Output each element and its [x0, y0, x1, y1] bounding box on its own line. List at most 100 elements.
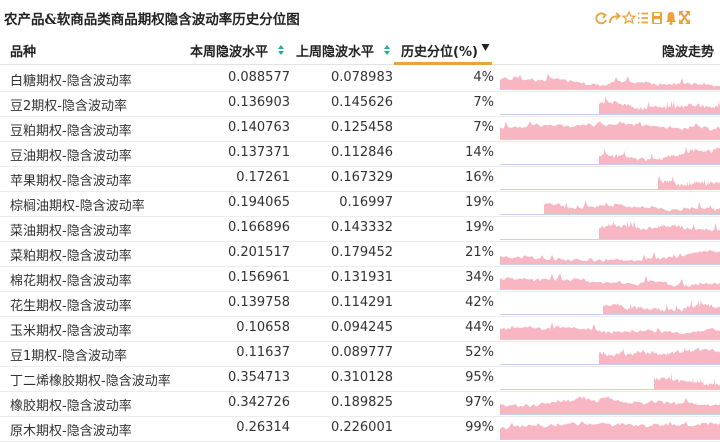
row-current-iv: 0.17261 — [236, 170, 290, 185]
row-name: 花生期权-隐含波动率 — [10, 299, 132, 314]
row-current-iv: 0.342726 — [227, 395, 290, 410]
table-row[interactable]: 豆粕期权-隐含波动率 0.140763 0.125458 7% — [0, 116, 720, 142]
refresh-icon[interactable] — [595, 12, 607, 25]
title-bar: 农产品&软商品类商品期权隐含波动率历史分位图 — [0, 0, 720, 36]
table-row[interactable]: 白糖期权-隐含波动率 0.088577 0.078983 4% — [0, 66, 720, 92]
row-percentile: 52% — [465, 345, 494, 360]
star-icon[interactable] — [621, 10, 637, 25]
row-current-iv: 0.26314 — [236, 420, 290, 435]
header-trend: 隐波走势 — [662, 45, 715, 60]
row-name: 豆1期权-隐含波动率 — [10, 349, 127, 364]
iv-sparkline-area — [654, 371, 720, 389]
row-current-iv: 0.140763 — [227, 120, 290, 135]
table-row[interactable]: 菜粕期权-隐含波动率 0.201517 0.179452 21% — [0, 241, 720, 267]
row-name: 豆油期权-隐含波动率 — [10, 149, 132, 164]
row-previous-iv: 0.310128 — [330, 370, 393, 385]
row-percentile: 99% — [465, 420, 494, 435]
row-name: 原木期权-隐含波动率 — [10, 424, 132, 439]
table-row[interactable]: 菜油期权-隐含波动率 0.166896 0.143332 19% — [0, 216, 720, 242]
row-percentile: 95% — [465, 370, 494, 385]
iv-sparkline-area — [599, 146, 720, 164]
row-name: 橡胶期权-隐含波动率 — [10, 399, 132, 414]
row-previous-iv: 0.143332 — [330, 220, 393, 235]
table-row[interactable]: 丁二烯橡胶期权-隐含波动率 0.354713 0.310128 95% — [0, 366, 720, 392]
table-row[interactable]: 橡胶期权-隐含波动率 0.342726 0.189825 97% — [0, 391, 720, 417]
share-icon[interactable] — [609, 12, 621, 24]
active-sort-underline — [394, 62, 492, 65]
table-row[interactable]: 玉米期权-隐含波动率 0.10658 0.094245 44% — [0, 316, 720, 342]
sort-current-icon[interactable] — [277, 44, 285, 56]
row-current-iv: 0.11637 — [236, 345, 290, 360]
save-icon[interactable] — [652, 12, 662, 24]
row-percentile: 42% — [465, 295, 494, 310]
row-name: 豆粕期权-隐含波动率 — [10, 124, 132, 139]
row-percentile: 7% — [473, 120, 494, 135]
iv-sparkline — [500, 273, 720, 290]
page-title: 农产品&软商品类商品期权隐含波动率历史分位图 — [4, 12, 300, 28]
iv-sparkline — [500, 347, 720, 365]
iv-sparkline — [500, 146, 720, 165]
row-name: 棉花期权-隐含波动率 — [10, 274, 132, 289]
row-current-iv: 0.088577 — [227, 70, 290, 85]
table-row[interactable]: 花生期权-隐含波动率 0.139758 0.114291 42% — [0, 291, 720, 317]
row-name: 豆2期权-隐含波动率 — [10, 99, 127, 114]
toolbar — [594, 10, 690, 26]
row-previous-iv: 0.094245 — [330, 320, 393, 335]
table-row[interactable]: 棕榈油期权-隐含波动率 0.194065 0.16997 19% — [0, 191, 720, 217]
sort-previous-icon[interactable] — [383, 44, 391, 56]
row-percentile: 19% — [465, 195, 494, 210]
list-icon[interactable] — [638, 12, 648, 24]
row-previous-iv: 0.16997 — [339, 195, 393, 210]
row-previous-iv: 0.114291 — [330, 295, 393, 310]
row-percentile: 4% — [473, 70, 494, 85]
iv-sparkline-area — [500, 121, 720, 139]
iv-sparkline — [500, 121, 720, 140]
header-previous[interactable]: 上周隐波水平 — [296, 41, 374, 60]
row-percentile: 7% — [473, 95, 494, 110]
row-name: 菜粕期权-隐含波动率 — [10, 249, 132, 264]
table-row[interactable]: 棉花期权-隐含波动率 0.156961 0.131931 34% — [0, 266, 720, 292]
header-current[interactable]: 本周隐波水平 — [190, 41, 268, 60]
iv-sparkline-area — [500, 322, 720, 339]
table-row[interactable]: 豆2期权-隐含波动率 0.136903 0.145626 7% — [0, 91, 720, 117]
table-row[interactable]: 豆油期权-隐含波动率 0.137371 0.112846 14% — [0, 141, 720, 167]
iv-sparkline-area — [599, 347, 720, 364]
iv-sparkline — [500, 200, 720, 215]
fullscreen-icon[interactable] — [679, 11, 690, 24]
row-previous-iv: 0.125458 — [330, 120, 393, 135]
row-name: 棕榈油期权-隐含波动率 — [10, 199, 145, 214]
row-percentile: 21% — [465, 245, 494, 260]
iv-sparkline-area — [658, 174, 720, 189]
iv-sparkline-area — [500, 396, 720, 414]
row-previous-iv: 0.089777 — [330, 345, 393, 360]
sort-desc-icon[interactable] — [481, 43, 490, 52]
row-current-iv: 0.166896 — [227, 220, 290, 235]
row-current-iv: 0.156961 — [227, 270, 290, 285]
row-name: 苹果期权-隐含波动率 — [10, 174, 132, 189]
row-current-iv: 0.201517 — [227, 245, 290, 260]
iv-sparkline — [500, 73, 720, 90]
row-previous-iv: 0.145626 — [330, 95, 393, 110]
row-previous-iv: 0.179452 — [330, 245, 393, 260]
header-name[interactable]: 品种 — [10, 41, 36, 60]
row-current-iv: 0.137371 — [227, 145, 290, 160]
iv-sparkline-area — [599, 221, 720, 239]
toolbar-icons — [595, 10, 690, 25]
row-name: 丁二烯橡胶期权-隐含波动率 — [10, 374, 171, 389]
iv-sparkline — [500, 299, 720, 315]
bell-icon[interactable] — [666, 12, 676, 25]
row-previous-iv: 0.189825 — [330, 395, 393, 410]
row-current-iv: 0.10658 — [236, 320, 290, 335]
table-row[interactable]: 苹果期权-隐含波动率 0.17261 0.167329 16% — [0, 166, 720, 192]
header-percentile[interactable]: 历史分位(%) — [401, 41, 478, 60]
iv-sparkline-area — [599, 96, 720, 114]
row-percentile: 19% — [465, 220, 494, 235]
table-row[interactable]: 原木期权-隐含波动率 0.26314 0.226001 99% — [0, 416, 720, 442]
row-current-iv: 0.139758 — [227, 295, 290, 310]
row-percentile: 44% — [465, 320, 494, 335]
iv-sparkline-area — [603, 299, 720, 314]
iv-sparkline — [500, 174, 720, 190]
table-row[interactable]: 豆1期权-隐含波动率 0.11637 0.089777 52% — [0, 341, 720, 367]
row-current-iv: 0.194065 — [227, 195, 290, 210]
row-name: 玉米期权-隐含波动率 — [10, 324, 132, 339]
